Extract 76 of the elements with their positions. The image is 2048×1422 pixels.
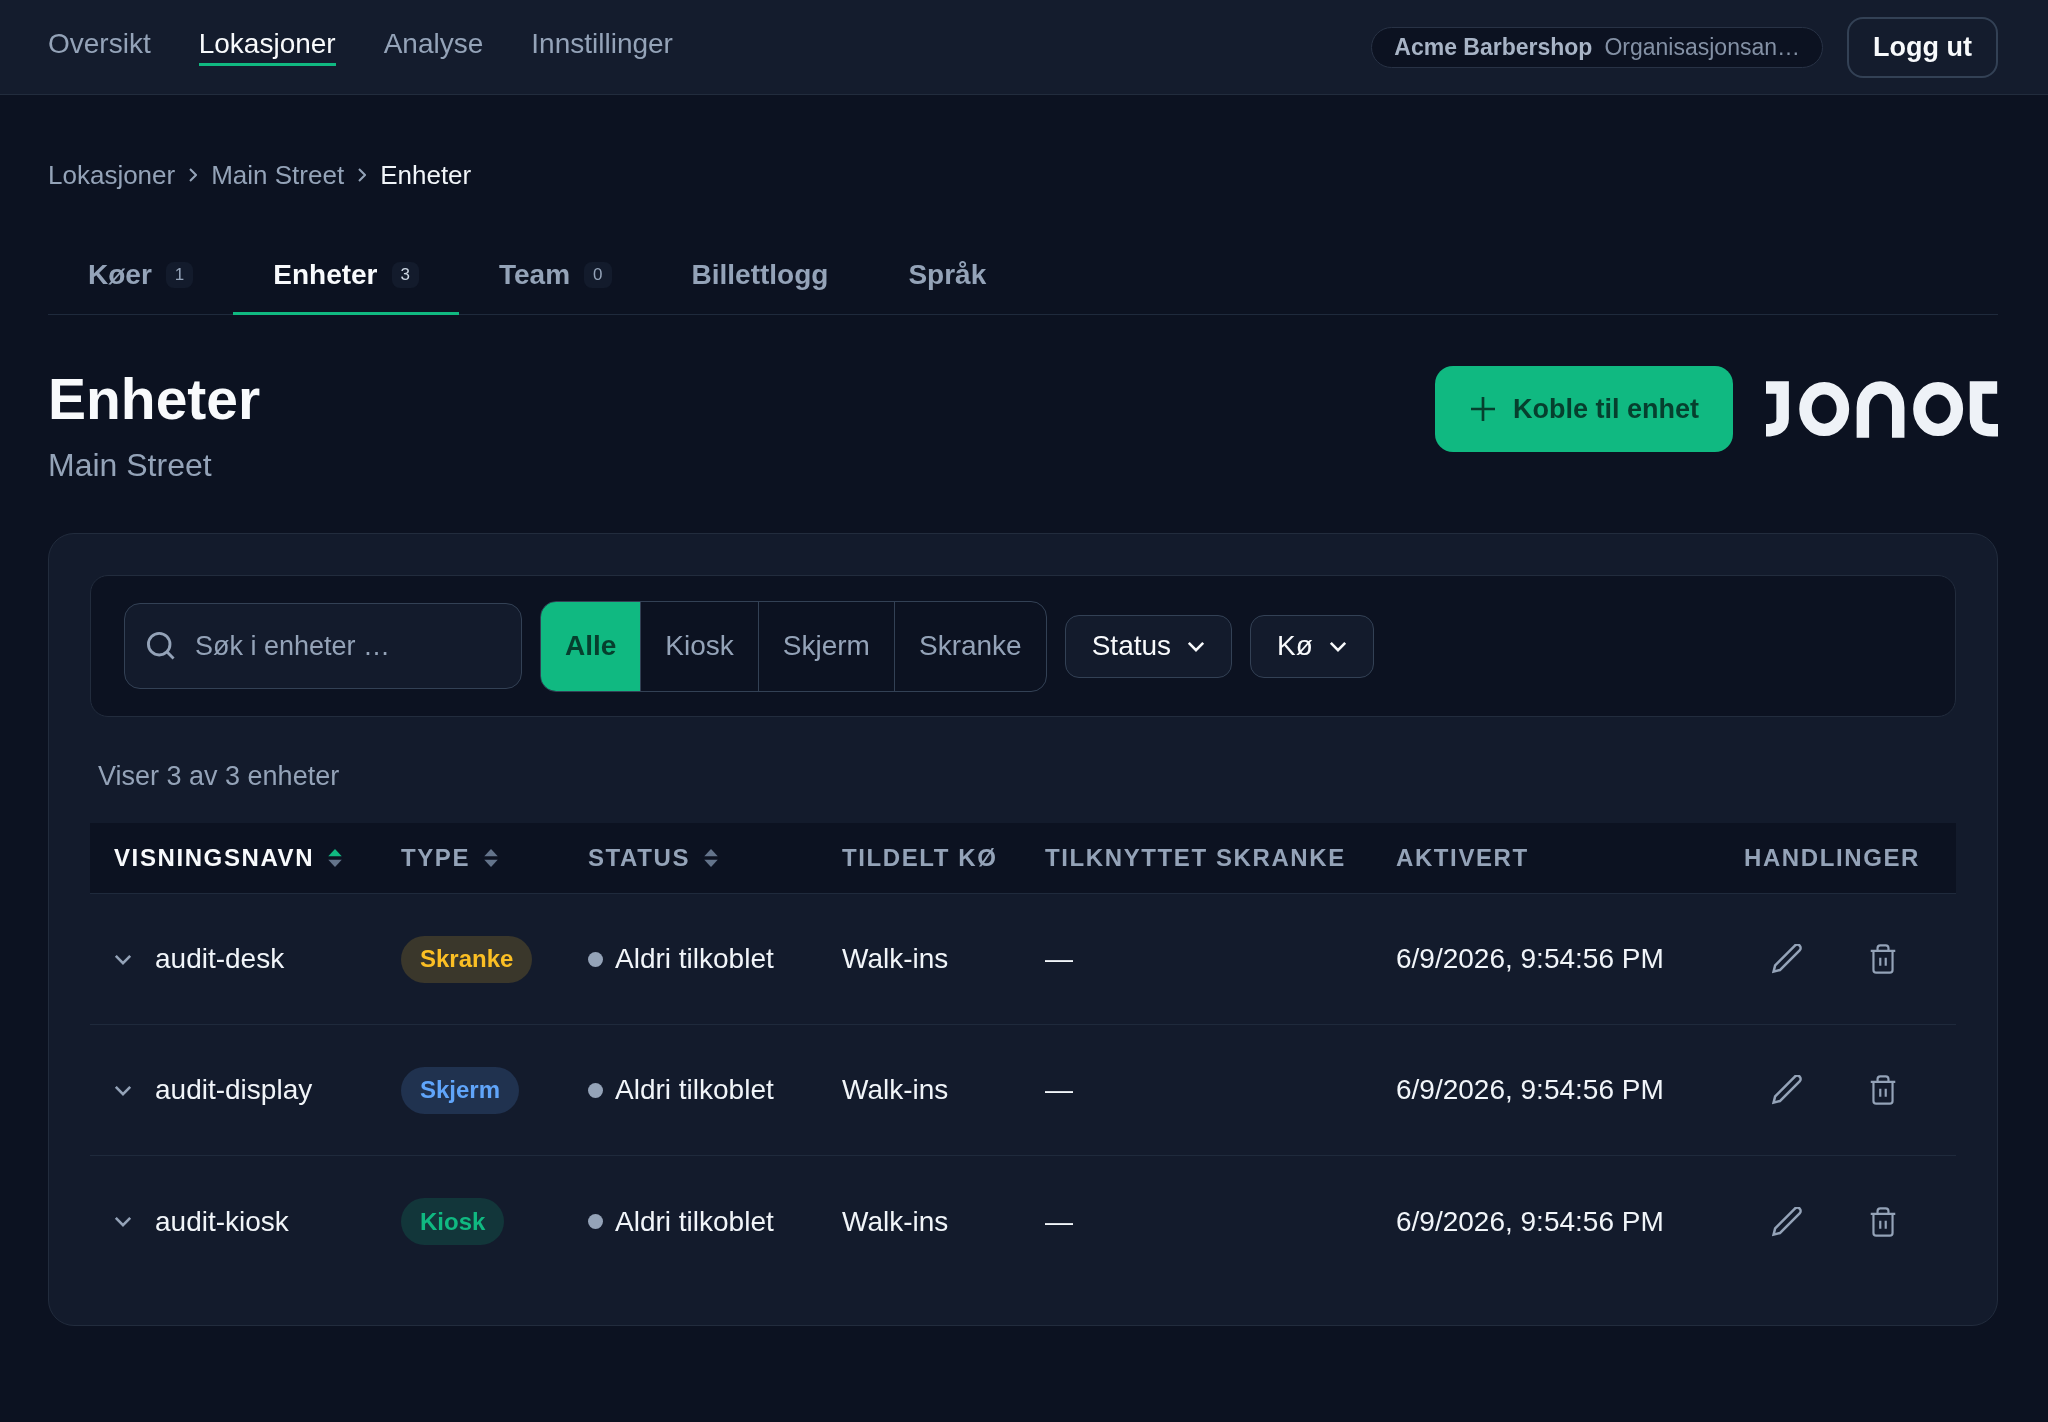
sort-icon[interactable]: [328, 849, 343, 867]
nav-link[interactable]: Analyse: [383, 27, 484, 66]
pencil-icon[interactable]: [1772, 1075, 1802, 1105]
tab[interactable]: Enheter 3: [233, 239, 459, 315]
table-cell-text: —: [1044, 1073, 1074, 1107]
plus-icon: [1471, 397, 1495, 421]
chevron-right-icon: [358, 168, 367, 182]
connect-device-button[interactable]: Koble til enhet: [1435, 366, 1733, 452]
page-title: Enheter: [48, 366, 261, 433]
type-label: Kiosk: [420, 1209, 486, 1234]
column-header: AKTIVERT: [1396, 844, 1529, 872]
trash-icon[interactable]: [1868, 1075, 1898, 1105]
filter-dropdown[interactable]: Kø: [1250, 614, 1374, 678]
type-label: Skranke: [420, 947, 514, 971]
status-text: Aldri tilkoblet: [615, 1205, 774, 1238]
chevron-down-icon: [1187, 640, 1206, 652]
chevron-down-icon[interactable]: [114, 1216, 132, 1227]
column-header[interactable]: TYPE: [401, 844, 471, 872]
table-cell-text: Walk-ins: [841, 1073, 950, 1107]
sort-icon[interactable]: [484, 849, 499, 867]
pencil-icon[interactable]: [1772, 1206, 1802, 1237]
tab[interactable]: Team 0: [459, 239, 652, 315]
breadcrumb-link[interactable]: Main Street: [211, 158, 345, 192]
organization-name: Acme Barbershop: [1394, 33, 1593, 61]
table-cell-text: 6/9/2026, 9:54:56 PM: [1395, 1204, 1665, 1239]
chevron-down-icon[interactable]: [114, 1084, 132, 1096]
table-cell-text: —: [1044, 1204, 1074, 1239]
breadcrumb-current: Enheter: [380, 159, 472, 192]
chevron-down-icon: [1328, 640, 1347, 652]
nav-link[interactable]: Lokasjoner: [198, 27, 336, 66]
breadcrumb-link[interactable]: Lokasjoner: [48, 158, 176, 192]
device-name: audit-desk: [155, 943, 285, 975]
count-badge: 3: [391, 262, 419, 288]
logout-button[interactable]: Logg ut: [1847, 16, 1998, 78]
type-filter-button[interactable]: Kiosk: [640, 601, 758, 691]
type-label: Skjerm: [420, 1078, 501, 1102]
filter-dropdown[interactable]: Status: [1064, 614, 1233, 678]
column-header: TILDELT KØ: [842, 844, 998, 872]
search-icon: [147, 632, 175, 660]
nav-link[interactable]: Oversikt: [48, 27, 151, 66]
column-header[interactable]: VISNINGSNAVN: [114, 844, 315, 872]
type-filter-button[interactable]: Skjerm: [757, 601, 894, 691]
trash-icon[interactable]: [1868, 1206, 1898, 1237]
column-header: HANDLINGER: [1744, 844, 1920, 872]
status-text: Aldri tilkoblet: [615, 1074, 774, 1106]
count-badge: 1: [165, 262, 194, 288]
table-cell-text: Walk-ins: [841, 942, 950, 976]
table-cell-text: 6/9/2026, 9:54:56 PM: [1395, 942, 1665, 976]
device-name: audit-display: [155, 1074, 313, 1106]
sort-icon[interactable]: [704, 849, 719, 867]
chevron-down-icon[interactable]: [114, 953, 132, 965]
nav-link[interactable]: Innstillinger: [531, 27, 673, 66]
tab[interactable]: Køer 1: [48, 239, 234, 315]
count-badge: 0: [584, 262, 612, 288]
organization-role: Organisasjonsan…: [1604, 33, 1801, 61]
search-field[interactable]: Søk i enheter …: [124, 603, 522, 689]
page-subtitle: Main Street: [48, 446, 213, 485]
tab[interactable]: Billettlogg: [651, 239, 869, 315]
table-cell-text: —: [1044, 942, 1074, 976]
status-dot-icon: [588, 951, 603, 967]
status-text: Aldri tilkoblet: [615, 943, 774, 975]
trash-icon[interactable]: [1868, 944, 1898, 974]
status-dot-icon: [588, 1214, 603, 1229]
chevron-right-icon: [189, 168, 198, 182]
tab[interactable]: Språk: [868, 239, 1027, 315]
device-name: audit-kiosk: [155, 1205, 289, 1238]
table-cell-text: Walk-ins: [841, 1204, 950, 1239]
column-header[interactable]: STATUS: [588, 844, 691, 872]
pencil-icon[interactable]: [1772, 944, 1802, 974]
table-cell-text: 6/9/2026, 9:54:56 PM: [1395, 1073, 1665, 1107]
type-filter-button[interactable]: Skranke: [893, 601, 1046, 691]
column-header: TILKNYTTET SKRANKE: [1045, 844, 1346, 872]
result-count: Viser 3 av 3 enheter: [98, 760, 341, 793]
organization-switcher[interactable]: Acme Barbershop Organisasjonsan…: [1371, 26, 1824, 68]
type-filter-button[interactable]: Alle: [541, 601, 641, 691]
status-dot-icon: [588, 1082, 603, 1098]
